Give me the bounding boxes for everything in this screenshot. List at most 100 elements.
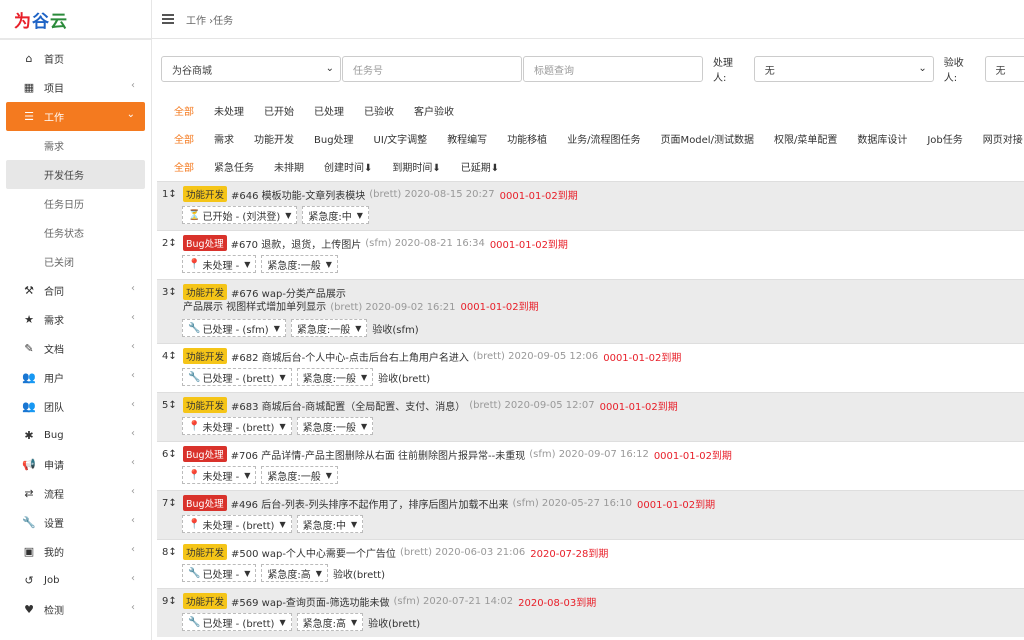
contract-icon: ⚒ [24, 284, 34, 297]
handler-select[interactable]: 无 ⌄ [753, 56, 934, 82]
sidebar-item-12[interactable]: ▣ 我的 ‹ [6, 537, 145, 566]
tab-type-1[interactable]: 需求 [204, 131, 244, 146]
urgency-text: 紧急度:高 [267, 569, 311, 581]
status-dropdown[interactable]: 📍 未处理 - (brett) ▼ [182, 417, 292, 435]
project-select[interactable]: 为谷商城 ⌄ [161, 56, 341, 82]
tab-type-3[interactable]: Bug处理 [304, 131, 364, 146]
status-dropdown[interactable]: 📍 未处理 - ▼ [182, 255, 257, 273]
sidebar-item-1[interactable]: ▦ 项目 ‹ [6, 73, 145, 102]
tab-type-0[interactable]: 全部 [164, 131, 204, 146]
status-text: 已处理 - (brett) [202, 373, 275, 385]
sidebar-subitem-0[interactable]: 需求 [6, 131, 145, 160]
sidebar-subitem-2[interactable]: 任务日历 [6, 189, 145, 218]
sidebar-item-9[interactable]: 📢 申请 ‹ [6, 450, 145, 479]
tab-type-4[interactable]: UI/文字调整 [364, 131, 438, 146]
tab-status-4[interactable]: 已验收 [354, 103, 404, 118]
accept-link[interactable]: 验收(brett) [368, 615, 420, 630]
tab-time-4[interactable]: 到期时间⬇ [382, 159, 450, 174]
tab-status-2[interactable]: 已开始 [254, 103, 304, 118]
urgency-dropdown[interactable]: 紧急度:一般 ▼ [296, 417, 374, 435]
task-header: 9↕ 功能开发 #569 wap-查询页面-筛选功能未做 (sfm) 2020-07-… [162, 593, 1024, 609]
urgency-dropdown[interactable]: 紧急度:一般 ▼ [261, 255, 338, 273]
title-search-input[interactable]: 标题查询 [522, 56, 703, 82]
caret-down-icon: ▼ [361, 372, 368, 382]
sidebar-item-4[interactable]: ★ 需求 ‹ [6, 305, 145, 334]
task-header: 4↕ 功能开发 #682 商城后台-个人中心-点击后台右上角用户名进入 (brett)… [162, 348, 1024, 364]
sidebar-item-10[interactable]: ⇄ 流程 ‹ [6, 479, 145, 508]
task-title[interactable]: #670 退款，退货，上传图片 [231, 236, 362, 251]
task-description: 产品展示 视图样式增加单列显示 (brett) 2020-09-02 16:21 0… [162, 300, 1024, 315]
urgency-dropdown[interactable]: 紧急度:高 ▼ [261, 564, 328, 582]
task-due: 0001-01-02到期 [653, 450, 732, 462]
sidebar-item-3[interactable]: ⚒ 合同 ‹ [6, 276, 145, 305]
tab-time-3[interactable]: 创建时间⬇ [314, 159, 382, 174]
task-actions: 🔧 已处理 - (brett) ▼ 紧急度:高 ▼ 验收(brett) [162, 611, 1024, 633]
status-dropdown[interactable]: 🔧 已处理 - ▼ [182, 564, 257, 582]
tab-status-0[interactable]: 全部 [164, 103, 204, 118]
caret-down-icon: ▼ [315, 568, 322, 578]
task-title[interactable]: #646 模板功能-文章列表模块 [231, 187, 365, 202]
sidebar-item-11[interactable]: 🔧 设置 ‹ [6, 508, 145, 537]
status-dropdown[interactable]: 🔧 已处理 - (sfm) ▼ [182, 319, 286, 337]
urgency-dropdown[interactable]: 紧急度:中 ▼ [296, 515, 364, 533]
tab-time-1[interactable]: 紧急任务 [204, 159, 264, 174]
task-title[interactable]: #569 wap-查询页面-筛选功能未做 [231, 594, 390, 609]
tab-type-2[interactable]: 功能开发 [244, 131, 304, 146]
sidebar-subitem-3[interactable]: 任务状态 [6, 218, 145, 247]
status-dropdown[interactable]: 🔧 已处理 - (brett) ▼ [182, 613, 292, 631]
urgency-dropdown[interactable]: 紧急度:高 ▼ [296, 613, 364, 631]
tab-type-8[interactable]: 页面Model/测试数据 [651, 131, 764, 146]
hamburger-menu-icon[interactable] [162, 14, 174, 24]
tab-type-9[interactable]: 权限/菜单配置 [764, 131, 847, 146]
urgency-dropdown[interactable]: 紧急度:一般 ▼ [290, 319, 368, 337]
status-dropdown[interactable]: ⏳ 已开始 - (刘洪登) ▼ [182, 206, 298, 224]
urgency-dropdown[interactable]: 紧急度:一般 ▼ [261, 466, 338, 484]
sidebar-subitem-1[interactable]: 开发任务 [6, 160, 145, 189]
filter-bar: 为谷商城 ⌄ 任务号 标题查询 处理人: 无 ⌄ 验收人: 无 [161, 54, 1024, 84]
accept-link[interactable]: 验收(brett) [378, 370, 430, 385]
tab-type-7[interactable]: 业务/流程图任务 [557, 131, 650, 146]
task-title[interactable]: #496 后台-列表-列头排序不起作用了，排序后图片加载不出来 [231, 496, 509, 511]
sidebar-item-2[interactable]: ☰ 工作 ⌄ [6, 102, 145, 131]
tab-time-2[interactable]: 未排期 [264, 159, 314, 174]
task-actions: 📍 未处理 - (brett) ▼ 紧急度:一般 ▼ [162, 415, 1024, 437]
acceptor-select[interactable]: 无 [984, 56, 1024, 82]
task-title[interactable]: #500 wap-个人中心需要一个广告位 [231, 545, 396, 560]
work-icon: ☰ [24, 110, 34, 123]
tab-type-5[interactable]: 教程编写 [437, 131, 497, 146]
sidebar-item-14[interactable]: ♥ 检测 ‹ [6, 595, 145, 624]
caret-down-icon: ▼ [351, 617, 358, 627]
status-dropdown[interactable]: 📍 未处理 - ▼ [182, 466, 257, 484]
urgency-dropdown[interactable]: 紧急度:一般 ▼ [296, 368, 374, 386]
tab-status-1[interactable]: 未处理 [204, 103, 254, 118]
task-number-input[interactable]: 任务号 [341, 56, 522, 82]
task-title[interactable]: #682 商城后台-个人中心-点击后台右上角用户名进入 [231, 349, 469, 364]
tab-status-5[interactable]: 客户验收 [404, 103, 464, 118]
table-row: 6↕ Bug处理 #706 产品详情-产品主图删除从右面 往前删除图片报异常--未重… [157, 441, 1024, 490]
urgency-dropdown[interactable]: 紧急度:中 ▼ [302, 206, 369, 224]
sidebar-item-8[interactable]: ✱ Bug ‹ [6, 421, 145, 450]
status-dropdown[interactable]: 🔧 已处理 - (brett) ▼ [182, 368, 292, 386]
accept-link[interactable]: 验收(sfm) [372, 321, 418, 336]
tab-time-0[interactable]: 全部 [164, 159, 204, 174]
table-row: 4↕ 功能开发 #682 商城后台-个人中心-点击后台右上角用户名进入 (brett)… [157, 343, 1024, 392]
tab-type-10[interactable]: 数据库设计 [847, 131, 917, 146]
sidebar-item-5[interactable]: ✎ 文档 ‹ [6, 334, 145, 363]
tab-time-5[interactable]: 已延期⬇ [451, 159, 509, 174]
task-title[interactable]: #683 商城后台-商城配置（全局配置、支付、消息） [231, 398, 465, 413]
sidebar-item-7[interactable]: 👥 团队 ‹ [6, 392, 145, 421]
hourglass-icon: ⏳ [188, 209, 201, 221]
tab-status-3[interactable]: 已处理 [304, 103, 354, 118]
tab-type-11[interactable]: Job任务 [917, 131, 972, 146]
tab-type-6[interactable]: 功能移植 [497, 131, 557, 146]
sidebar-item-13[interactable]: ↺ Job ‹ [6, 566, 145, 595]
task-title[interactable]: #676 wap-分类产品展示 [231, 285, 346, 300]
tab-type-12[interactable]: 网页对接 [973, 131, 1024, 146]
sidebar-item-6[interactable]: 👥 用户 ‹ [6, 363, 145, 392]
accept-link[interactable]: 验收(brett) [333, 566, 385, 581]
sidebar-item-0[interactable]: ⌂ 首页 [6, 44, 145, 73]
task-title[interactable]: #706 产品详情-产品主图删除从右面 往前删除图片报异常--未重现 [231, 447, 526, 462]
logo[interactable]: 为谷云 [0, 0, 151, 40]
status-dropdown[interactable]: 📍 未处理 - (brett) ▼ [182, 515, 292, 533]
sidebar-subitem-4[interactable]: 已关闭 [6, 247, 145, 276]
